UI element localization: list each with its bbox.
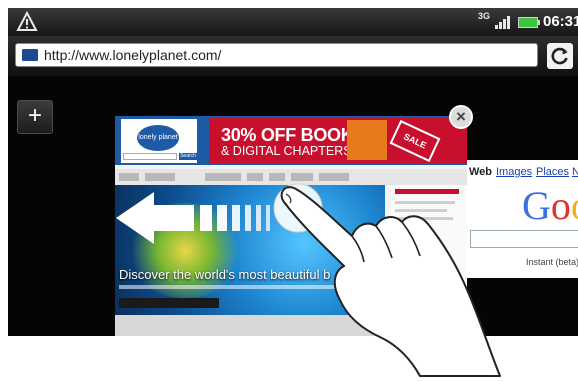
hand-gesture-icon (280, 186, 501, 377)
lp-banner-sale-tag: SALE (389, 119, 441, 163)
signal-bars-icon (495, 16, 510, 29)
lp-nav-item[interactable] (247, 173, 263, 181)
battery-icon (518, 17, 540, 28)
lp-banner-books-image (347, 120, 387, 160)
globe-favicon-icon (22, 49, 38, 61)
tab-close-button[interactable]: × (449, 105, 473, 129)
lp-logo-area: lonely planet Search (121, 119, 197, 163)
refresh-button[interactable] (547, 43, 573, 69)
network-type-label: 3G (478, 11, 491, 21)
lp-nav-item[interactable] (145, 173, 175, 181)
google-instant-label: Instant (beta) (526, 257, 578, 267)
url-text: http://www.lonelyplanet.com/ (44, 47, 222, 63)
google-tab-more[interactable]: N (572, 166, 578, 178)
lp-ad-banner[interactable]: 30% OFF BOOKS & DIGITAL CHAPTERS SALE (209, 118, 467, 163)
google-tab-places[interactable]: Places (536, 166, 569, 178)
status-clock: 06:31 (543, 13, 578, 30)
lp-nav-item[interactable] (119, 173, 139, 181)
lp-search-input[interactable] (123, 153, 177, 160)
lp-banner-subtitle: & DIGITAL CHAPTERS (221, 144, 352, 158)
google-logo-letter: o (571, 183, 578, 228)
refresh-icon (551, 47, 568, 65)
lp-banner-title: 30% OFF BOOKS (221, 125, 366, 145)
google-logo: Goo (522, 182, 578, 229)
url-bar: http://www.lonelyplanet.com/ (8, 36, 578, 76)
lp-logo: lonely planet (137, 125, 179, 151)
status-bar: 3G 06:31 (8, 8, 578, 36)
lp-search-button[interactable]: Search (179, 153, 197, 160)
google-logo-letter: G (522, 183, 551, 228)
url-field[interactable]: http://www.lonelyplanet.com/ (15, 43, 538, 67)
lp-nav-item[interactable] (205, 173, 241, 181)
warning-triangle-icon (16, 11, 38, 31)
lp-hero-pager[interactable] (119, 298, 219, 308)
lp-header: lonely planet Search 30% OFF BOOKS & DIG… (115, 116, 467, 165)
google-logo-letter: o (550, 183, 571, 228)
add-window-button[interactable]: + (17, 100, 53, 134)
